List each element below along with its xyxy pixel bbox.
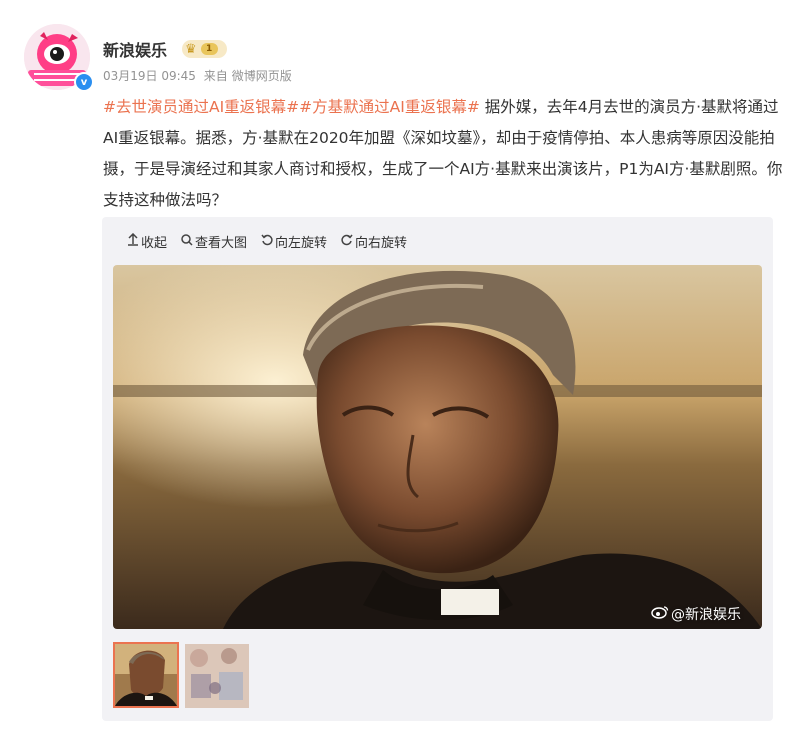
crown-icon: ♛ — [185, 41, 197, 57]
post-date[interactable]: 03月19日 09:45 — [103, 69, 196, 83]
rotate-right-button[interactable]: 向右旋转 — [341, 232, 407, 251]
photo-illustration — [113, 265, 762, 629]
weibo-logo-icon — [651, 605, 669, 623]
view-large-label: 查看大图 — [195, 236, 248, 251]
post-text: #去世演员通过AI重返银幕##方基默通过AI重返银幕# 据外媒，去年4月去世的演… — [103, 92, 783, 216]
thumbnail-image — [115, 644, 177, 706]
rotate-left-button[interactable]: 向左旋转 — [261, 232, 327, 251]
watermark-text: @新浪娱乐 — [671, 607, 741, 623]
collapse-label: 收起 — [141, 236, 168, 251]
rotate-right-icon — [341, 234, 353, 250]
level-badge[interactable]: ♛ 1 — [182, 40, 227, 58]
media-toolbar: 收起 查看大图 向左旋转 向右旋转 — [127, 232, 421, 251]
rotate-left-icon — [261, 234, 273, 250]
post-meta: 03月19日 09:45 来自 微博网页版 — [103, 67, 296, 84]
main-photo[interactable] — [113, 265, 762, 629]
level-number: 1 — [200, 43, 218, 55]
source-prefix: 来自 — [203, 69, 228, 83]
rotate-left-label: 向左旋转 — [275, 236, 328, 251]
magnifier-icon — [181, 233, 193, 250]
rotate-right-label: 向右旋转 — [355, 236, 408, 251]
username[interactable]: 新浪娱乐 — [103, 37, 167, 61]
source-link[interactable]: 微博网页版 — [232, 69, 292, 83]
watermark: @新浪娱乐 — [651, 604, 741, 624]
collapse-button[interactable]: 收起 — [127, 232, 167, 251]
thumbnail[interactable] — [185, 644, 249, 708]
arrow-up-icon — [127, 232, 139, 250]
thumbnail-selected[interactable] — [113, 642, 179, 708]
hashtag-link[interactable]: #去世演员通过AI重返银幕# — [103, 98, 299, 116]
view-large-button[interactable]: 查看大图 — [181, 232, 247, 251]
hashtag-link[interactable]: #方基默通过AI重返银幕# — [299, 98, 480, 116]
verified-badge-icon: v — [74, 72, 94, 92]
thumbnail-image — [185, 644, 249, 708]
